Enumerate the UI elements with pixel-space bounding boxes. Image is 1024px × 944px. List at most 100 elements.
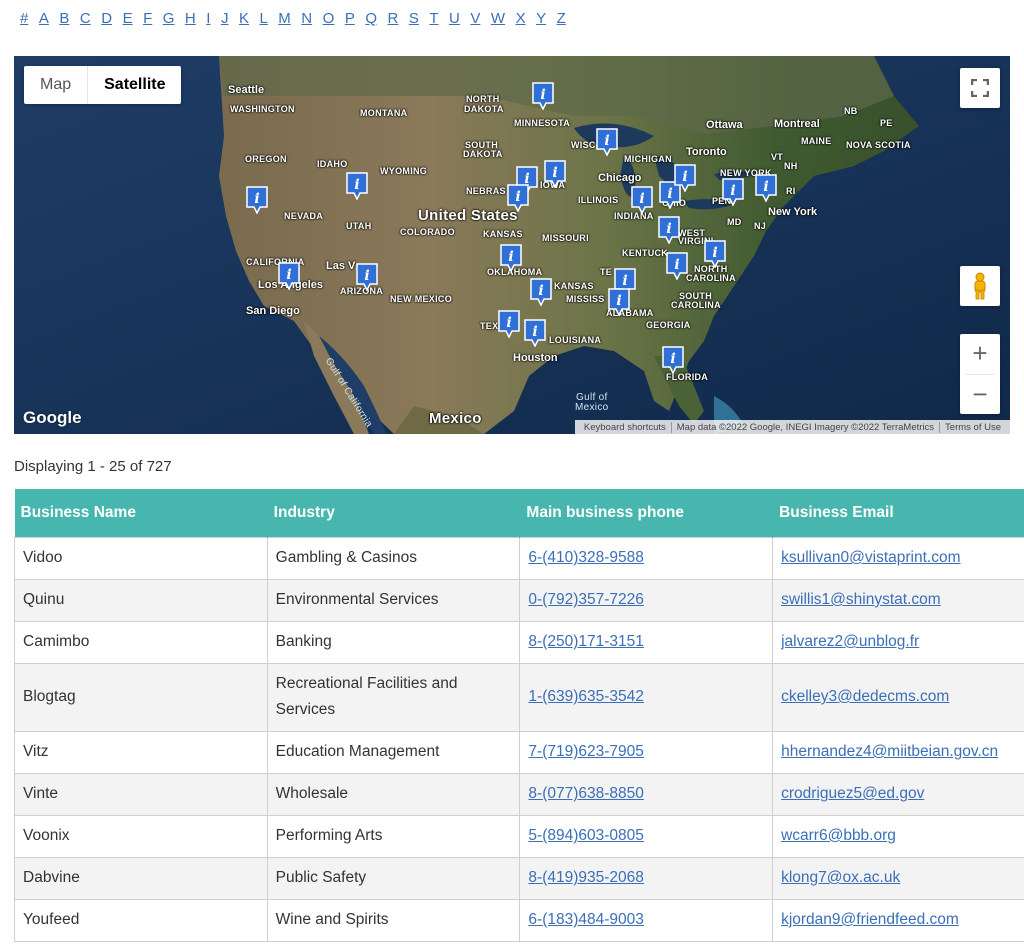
phone-link[interactable]: 0-(792)357-7226 bbox=[528, 591, 643, 608]
map-marker[interactable]: i bbox=[532, 82, 554, 110]
map-marker[interactable]: i bbox=[704, 240, 726, 268]
phone-link[interactable]: 6-(410)328-9588 bbox=[528, 549, 643, 566]
map-label-north-dakota-1: NORTH bbox=[466, 94, 500, 104]
map-marker[interactable]: i bbox=[596, 128, 618, 156]
alpha-link-o[interactable]: O bbox=[323, 10, 335, 27]
map-marker[interactable]: i bbox=[608, 288, 630, 316]
alpha-link-k[interactable]: K bbox=[239, 10, 249, 27]
column-header-phone[interactable]: Main business phone bbox=[519, 489, 774, 537]
alpha-link-h[interactable]: H bbox=[185, 10, 196, 27]
map-marker[interactable]: i bbox=[346, 172, 368, 200]
email-link[interactable]: hhernandez4@miitbeian.gov.cn bbox=[781, 743, 998, 760]
email-link[interactable]: ksullivan0@vistaprint.com bbox=[781, 549, 960, 566]
business-map[interactable]: Seattle WASHINGTON MONTANA NORTH DAKOTA … bbox=[14, 56, 1010, 434]
map-label-nevada: NEVADA bbox=[284, 211, 324, 221]
email-cell: crodriguez5@ed.gov bbox=[772, 772, 1024, 816]
street-view-button[interactable] bbox=[960, 266, 1000, 306]
svg-text:i: i bbox=[254, 191, 259, 207]
alpha-link-e[interactable]: E bbox=[123, 10, 133, 27]
alpha-link-v[interactable]: V bbox=[470, 10, 480, 27]
google-logo: Google bbox=[23, 408, 82, 427]
alpha-link-t[interactable]: T bbox=[429, 10, 438, 27]
svg-text:i: i bbox=[730, 183, 735, 199]
alpha-link-z[interactable]: Z bbox=[557, 10, 566, 27]
map-label-mexico: Mexico bbox=[429, 410, 482, 427]
map-label-vt: VT bbox=[771, 152, 784, 162]
alpha-link-r[interactable]: R bbox=[388, 10, 399, 27]
alpha-link-j[interactable]: J bbox=[221, 10, 229, 27]
alpha-link-p[interactable]: P bbox=[345, 10, 355, 27]
alpha-link-l[interactable]: L bbox=[259, 10, 267, 27]
alpha-link-g[interactable]: G bbox=[163, 10, 175, 27]
zoom-in-button[interactable]: + bbox=[960, 334, 1000, 374]
phone-link[interactable]: 8-(419)935-2068 bbox=[528, 869, 643, 886]
table-row: Camimbo Banking 8-(250)171-3151 jalvarez… bbox=[14, 620, 1024, 664]
map-type-control: Map Satellite bbox=[24, 66, 182, 104]
email-link[interactable]: kjordan9@friendfeed.com bbox=[781, 911, 959, 928]
alpha-link-m[interactable]: M bbox=[278, 10, 291, 27]
pegman-icon bbox=[974, 272, 986, 300]
column-header-business-name[interactable]: Business Name bbox=[14, 489, 268, 537]
keyboard-shortcuts-link[interactable]: Keyboard shortcuts bbox=[579, 422, 671, 433]
alpha-link-u[interactable]: U bbox=[449, 10, 460, 27]
email-link[interactable]: crodriguez5@ed.gov bbox=[781, 785, 924, 802]
column-header-email[interactable]: Business Email bbox=[772, 489, 1024, 537]
phone-link[interactable]: 5-(894)603-0805 bbox=[528, 827, 643, 844]
terms-of-use-link[interactable]: Terms of Use bbox=[939, 421, 1006, 433]
alpha-link-hash[interactable]: # bbox=[20, 10, 28, 27]
alpha-link-w[interactable]: W bbox=[491, 10, 505, 27]
phone-link[interactable]: 6-(183)484-9003 bbox=[528, 911, 643, 928]
map-marker[interactable]: i bbox=[507, 184, 529, 212]
map-marker[interactable]: i bbox=[500, 244, 522, 272]
map-marker[interactable]: i bbox=[631, 186, 653, 214]
info-marker-icon: i bbox=[674, 164, 696, 192]
email-link[interactable]: ckelley3@dedecms.com bbox=[781, 688, 949, 705]
alpha-link-q[interactable]: Q bbox=[365, 10, 377, 27]
fullscreen-button[interactable] bbox=[960, 68, 1000, 108]
alpha-link-a[interactable]: A bbox=[39, 10, 49, 27]
email-link[interactable]: wcarr6@bbb.org bbox=[781, 827, 896, 844]
email-link[interactable]: klong7@ox.ac.uk bbox=[781, 869, 900, 886]
phone-cell: 0-(792)357-7226 bbox=[519, 578, 774, 622]
column-header-industry[interactable]: Industry bbox=[267, 489, 521, 537]
map-marker[interactable]: i bbox=[662, 346, 684, 374]
map-label-south-carolina-2: CAROLINA bbox=[671, 300, 721, 310]
map-marker[interactable]: i bbox=[246, 186, 268, 214]
map-marker[interactable]: i bbox=[544, 160, 566, 188]
phone-link[interactable]: 1-(639)635-3542 bbox=[528, 688, 643, 705]
alpha-link-n[interactable]: N bbox=[301, 10, 312, 27]
phone-link[interactable]: 8-(077)638-8850 bbox=[528, 785, 643, 802]
map-marker[interactable]: i bbox=[356, 263, 378, 291]
map-label-las-vegas: Las V bbox=[326, 260, 356, 272]
phone-link[interactable]: 7-(719)623-7905 bbox=[528, 743, 643, 760]
map-marker[interactable]: i bbox=[674, 164, 696, 192]
svg-text:i: i bbox=[667, 186, 672, 202]
svg-text:i: i bbox=[552, 165, 557, 181]
alpha-link-d[interactable]: D bbox=[101, 10, 112, 27]
map-marker[interactable]: i bbox=[658, 216, 680, 244]
alpha-link-f[interactable]: F bbox=[143, 10, 152, 27]
map-label-utah: UTAH bbox=[346, 221, 372, 231]
svg-text:i: i bbox=[508, 249, 513, 265]
alpha-link-b[interactable]: B bbox=[59, 10, 69, 27]
map-marker[interactable]: i bbox=[524, 319, 546, 347]
map-marker[interactable]: i bbox=[530, 278, 552, 306]
map-marker[interactable]: i bbox=[755, 174, 777, 202]
alpha-link-y[interactable]: Y bbox=[536, 10, 546, 27]
email-link[interactable]: swillis1@shinystat.com bbox=[781, 591, 941, 608]
map-type-satellite-button[interactable]: Satellite bbox=[87, 66, 181, 104]
alpha-link-c[interactable]: C bbox=[80, 10, 91, 27]
map-type-map-button[interactable]: Map bbox=[24, 66, 87, 104]
map-marker[interactable]: i bbox=[722, 178, 744, 206]
email-link[interactable]: jalvarez2@unblog.fr bbox=[781, 633, 919, 650]
alpha-link-s[interactable]: S bbox=[409, 10, 419, 27]
alpha-link-x[interactable]: X bbox=[516, 10, 526, 27]
zoom-out-button[interactable]: − bbox=[960, 374, 1000, 414]
map-marker[interactable]: i bbox=[666, 252, 688, 280]
alpha-link-i[interactable]: I bbox=[206, 10, 210, 27]
table-row: Vinte Wholesale 8-(077)638-8850 crodrigu… bbox=[14, 772, 1024, 816]
phone-link[interactable]: 8-(250)171-3151 bbox=[528, 633, 643, 650]
map-marker[interactable]: i bbox=[498, 310, 520, 338]
zoom-control: + − bbox=[960, 334, 1000, 414]
map-marker[interactable]: i bbox=[278, 262, 300, 290]
